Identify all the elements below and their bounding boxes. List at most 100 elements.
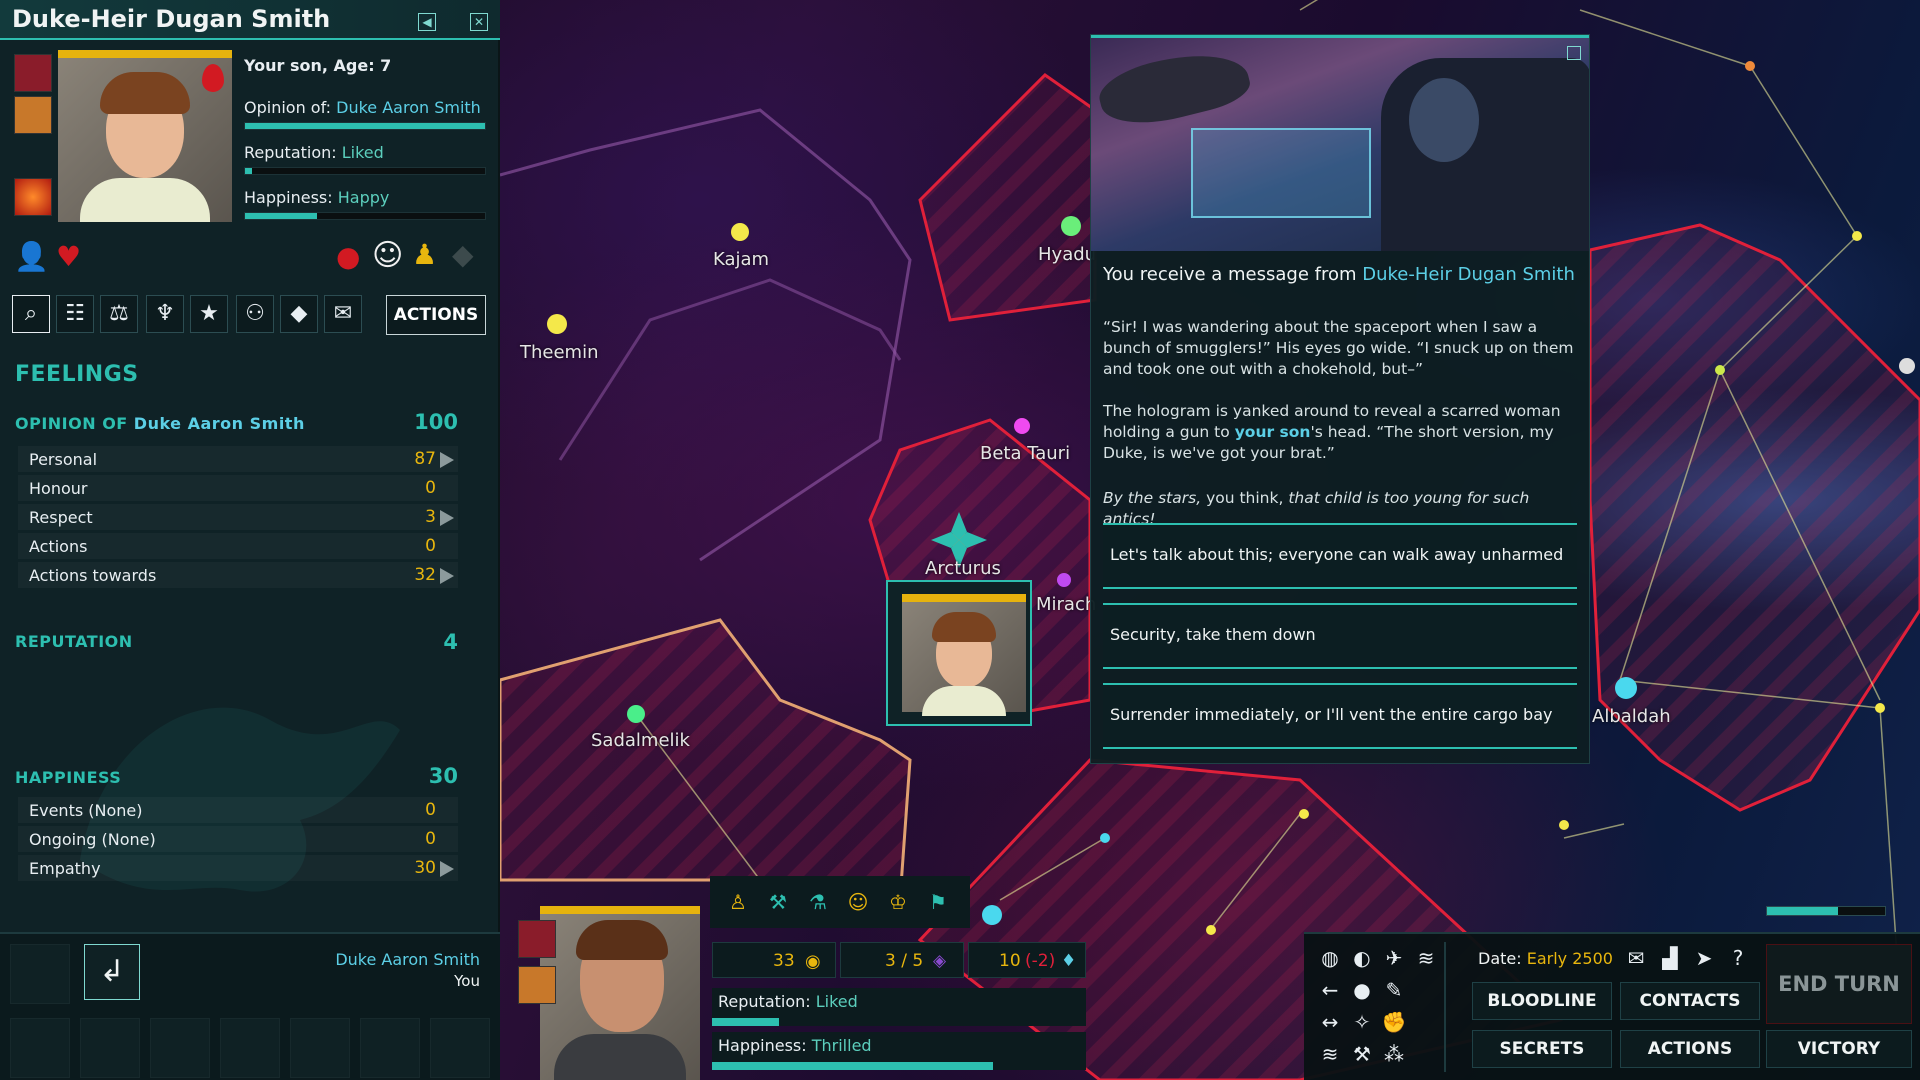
ruler-house-emblem-icon[interactable] xyxy=(518,920,556,958)
victory-button[interactable]: VICTORY xyxy=(1766,1030,1912,1068)
stats-icon[interactable]: ▟ xyxy=(1656,944,1684,972)
ruler-portrait[interactable] xyxy=(540,906,700,1080)
opinion-target-link[interactable]: Duke Aaron Smith xyxy=(336,98,481,117)
choice-option[interactable]: Let's talk about this; everyone can walk… xyxy=(1103,523,1577,589)
message-paragraph: The hologram is yanked around to reveal … xyxy=(1103,402,1561,462)
contacts-button[interactable]: CONTACTS xyxy=(1620,982,1760,1020)
feeling-row: Actions towards 32 xyxy=(18,562,458,588)
system-label[interactable]: Sadalmelik xyxy=(591,730,690,751)
empty-slot xyxy=(220,1018,280,1078)
son-link[interactable]: your son xyxy=(1235,423,1311,441)
feeling-row: Respect 3 xyxy=(18,504,458,530)
choice-option[interactable]: Security, take them down xyxy=(1103,603,1577,669)
expand-arrow-icon[interactable] xyxy=(440,452,454,468)
planet-view-icon[interactable]: ◐ xyxy=(1348,944,1376,972)
ruler-name-link[interactable]: Duke Aaron Smith xyxy=(335,950,480,969)
empty-trait-icon[interactable]: ◆ xyxy=(452,238,474,271)
back-arrow-icon[interactable]: ↲ xyxy=(84,944,140,1000)
resource-icon[interactable]: ● xyxy=(1348,976,1376,1004)
rank-emblem-icon[interactable] xyxy=(14,96,52,134)
feeling-row: Actions 0 xyxy=(18,533,458,559)
system-label[interactable]: Mirach xyxy=(1036,594,1096,615)
sender-link[interactable]: Duke-Heir Dugan Smith xyxy=(1362,264,1575,285)
tab-actions[interactable]: ACTIONS xyxy=(386,295,486,335)
courtiers-icon[interactable]: ☺ xyxy=(844,888,872,916)
expand-arrow-icon[interactable] xyxy=(440,861,454,877)
ruler-reputation-bar xyxy=(712,1018,780,1026)
hologram-screen xyxy=(1191,128,1371,218)
opinion-target-link[interactable]: Duke Aaron Smith xyxy=(134,414,305,433)
ambition-trait-icon[interactable]: ♟ xyxy=(412,238,437,271)
choice-option[interactable]: Surrender immediately, or I'll vent the … xyxy=(1103,683,1577,749)
tab-relations-icon[interactable]: ⚇ xyxy=(236,295,274,333)
ships-icon[interactable]: ✈ xyxy=(1380,944,1408,972)
house-emblem-icon[interactable] xyxy=(14,54,52,92)
reputation-heading: REPUTATION xyxy=(15,632,133,651)
hammer-icon[interactable]: ⚒ xyxy=(1348,1040,1376,1068)
send-icon[interactable]: ➤ xyxy=(1690,944,1718,972)
happiness-row: Ongoing (None) 0 xyxy=(18,826,458,852)
ruler-nav-panel: ↲ Duke Aaron Smith You xyxy=(0,932,500,1080)
close-icon[interactable]: ✕ xyxy=(470,13,488,31)
drops-icon[interactable]: ⁂ xyxy=(1380,1040,1408,1068)
reputation-total: 4 xyxy=(443,630,458,654)
minimize-icon[interactable]: ◀ xyxy=(418,13,436,31)
spy-icon[interactable]: ✧ xyxy=(1348,1008,1376,1036)
signal-icon[interactable]: ≋ xyxy=(1412,944,1440,972)
tab-traits-icon[interactable]: ◆ xyxy=(280,295,318,333)
territory-orange xyxy=(498,618,912,902)
tab-faith-icon[interactable]: ♆ xyxy=(146,295,184,333)
slot-icon: ◈ xyxy=(933,951,947,971)
money-stat[interactable]: 33 ◉ xyxy=(712,942,836,978)
tools-icon[interactable]: ✎ xyxy=(1380,976,1408,1004)
population-icon[interactable]: ♙ xyxy=(724,888,752,916)
planet-icon[interactable] xyxy=(14,178,52,216)
system-label[interactable]: Arcturus xyxy=(925,558,1001,579)
secrets-button[interactable]: SECRETS xyxy=(1472,1030,1612,1068)
pin-icon[interactable] xyxy=(1567,46,1581,60)
tab-family-icon[interactable]: ☷ xyxy=(56,295,94,333)
actions-button[interactable]: ACTIONS xyxy=(1620,1030,1760,1068)
tab-favorites-icon[interactable]: ★ xyxy=(190,295,228,333)
system-label[interactable]: Beta Tauri xyxy=(980,443,1070,464)
expand-arrow-icon[interactable] xyxy=(440,510,454,526)
fist-icon[interactable]: ✊ xyxy=(1380,1008,1408,1036)
expand-arrow-icon[interactable] xyxy=(440,568,454,584)
broken-heart-icon[interactable]: ♥ xyxy=(56,240,81,273)
star-mirach xyxy=(1057,573,1071,587)
tab-justice-icon[interactable]: ⚖ xyxy=(100,295,138,333)
wifi-icon[interactable]: ≋ xyxy=(1316,1040,1344,1068)
ruler-rank-emblem-icon[interactable] xyxy=(518,966,556,1004)
council-icon[interactable]: ♔ xyxy=(884,888,912,916)
feelings-heading: FEELINGS xyxy=(15,362,139,387)
influence-stat[interactable]: 10 (-2) ♦ xyxy=(968,942,1086,978)
end-turn-button[interactable]: END TURN xyxy=(1766,944,1912,1024)
bloodline-button[interactable]: BLOODLINE xyxy=(1472,982,1612,1020)
research-icon[interactable]: ⚗ xyxy=(804,888,832,916)
trade-icon[interactable]: ↔ xyxy=(1316,1008,1344,1036)
child-trait-icon[interactable]: ☺ xyxy=(372,238,403,273)
tab-overview-icon[interactable]: ⌕ xyxy=(12,295,50,333)
happiness-line: Happiness: Happy xyxy=(244,188,390,207)
industry-icon[interactable]: ⚒ xyxy=(764,888,792,916)
map-icon[interactable]: ⚑ xyxy=(924,888,952,916)
message-illustration xyxy=(1091,35,1589,251)
help-icon[interactable]: ? xyxy=(1724,944,1752,972)
date-display: Date: Early 2500 xyxy=(1478,949,1613,968)
back-icon[interactable]: ← xyxy=(1316,976,1344,1004)
galaxy-icon[interactable]: ◍ xyxy=(1316,944,1344,972)
influence-icon: ♦ xyxy=(1061,951,1077,971)
empty-slot xyxy=(430,1018,490,1078)
slots-stat[interactable]: 3 / 5 ◈ xyxy=(840,942,964,978)
bloodline-trait-icon[interactable]: ● xyxy=(336,240,360,273)
system-label[interactable]: Kajam xyxy=(713,249,769,270)
system-label[interactable]: Hyadu xyxy=(1038,244,1096,265)
ruler-reputation: Reputation: Liked xyxy=(712,988,1086,1026)
system-label[interactable]: Albaldah xyxy=(1592,706,1671,727)
empty-slot xyxy=(80,1018,140,1078)
tab-messages-icon[interactable]: ✉ xyxy=(324,295,362,333)
system-label[interactable]: Theemin xyxy=(520,342,599,363)
map-character-marker[interactable] xyxy=(886,580,1032,726)
add-relation-icon[interactable]: 👤 xyxy=(14,240,49,273)
messages-icon[interactable]: ✉ xyxy=(1622,944,1650,972)
